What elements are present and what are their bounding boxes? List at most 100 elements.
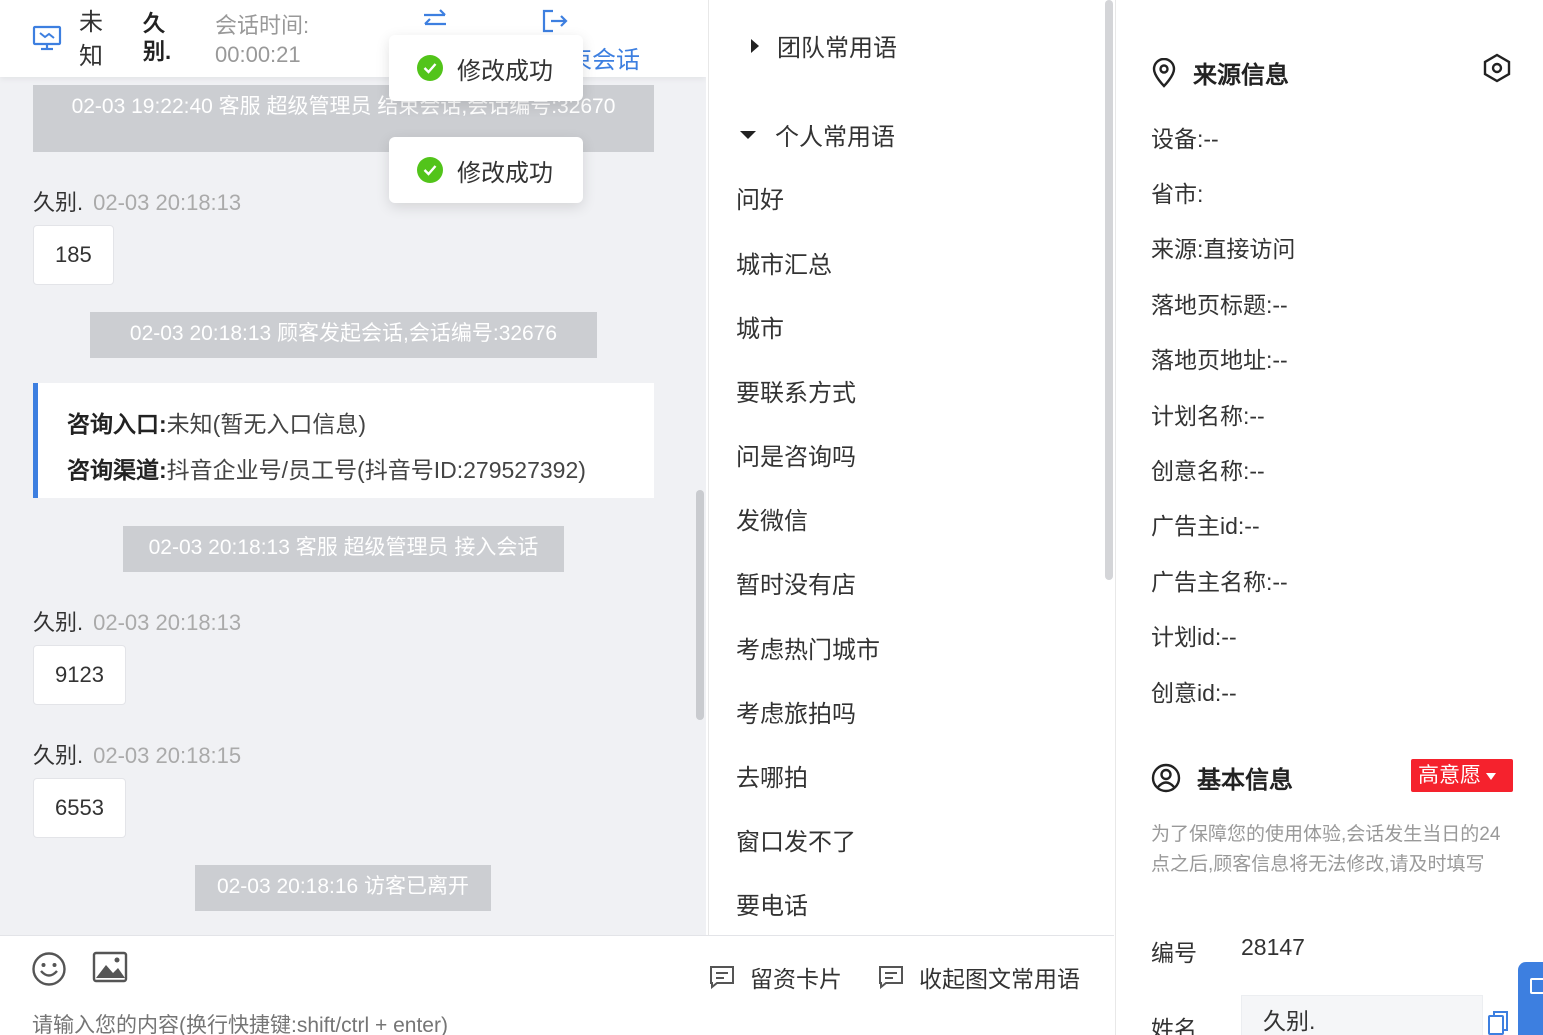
consult-channel-value: 抖音企业号/员工号(抖音号ID:279527392) [166, 457, 586, 483]
system-message: 02-03 20:18:16 访客已离开 [195, 865, 491, 911]
location-pin-icon [1152, 57, 1176, 88]
sender-name: 久别. [33, 610, 84, 635]
toast-text: 修改成功 [457, 57, 553, 85]
system-message: 02-03 20:18:13 顾客发起会话,会话编号:32676 [90, 312, 597, 358]
message-bubble: 6553 [33, 778, 126, 838]
phrase-item[interactable]: 城市 [736, 309, 784, 344]
fold-phrases-label: 收起图文常用语 [919, 966, 1080, 992]
emoji-icon[interactable] [31, 951, 67, 992]
caret-down-icon [740, 130, 756, 139]
message-bubble: 9123 [33, 645, 126, 705]
session-time: 00:00:21 [215, 42, 301, 67]
message-meta: 久别. 02-03 20:18:13 [33, 605, 241, 637]
phrase-item[interactable]: 考虑热门城市 [736, 630, 880, 665]
check-circle-icon [417, 55, 443, 81]
customer-info-panel: 来源信息 设备:-- 省市: 来源:直接访问 落地页标题:-- 落地页地址:--… [1115, 0, 1543, 1035]
visitor-location: 未知 [79, 9, 103, 70]
message-square-icon [710, 966, 734, 990]
source-field: 落地页标题:-- [1151, 292, 1288, 318]
message-bubble: 185 [33, 225, 114, 285]
consult-channel-label: 咨询渠道: [67, 457, 167, 483]
message-time: 02-03 20:18:13 [93, 190, 242, 215]
message-composer: 留资卡片 收起图文常用语 [0, 935, 1114, 1035]
phrase-item[interactable]: 要联系方式 [736, 373, 856, 408]
consult-entry-value: 未知(暂无入口信息) [166, 411, 366, 437]
message-input[interactable] [32, 1014, 732, 1035]
phrase-item[interactable]: 问是咨询吗 [736, 437, 856, 472]
common-phrases-panel: 团队常用语 个人常用语 问好 城市汇总 城市 要联系方式 问是咨询吗 发微信 暂… [708, 0, 1114, 935]
source-field: 创意名称:-- [1151, 458, 1265, 484]
sender-name: 久别. [33, 743, 84, 768]
source-field: 省市: [1151, 181, 1204, 207]
sender-name: 久别. [33, 190, 84, 215]
square-icon [1530, 978, 1543, 994]
system-message-text: 02-03 20:18:16 访客已离开 [216, 875, 470, 898]
chat-panel: 02-03 19:22:40 客服 超级管理员 结束会话,会话编号:32670 … [0, 0, 706, 935]
transfer-icon[interactable] [421, 8, 449, 37]
basic-info-title-text: 基本信息 [1197, 767, 1293, 794]
check-circle-icon [417, 157, 443, 183]
desktop-icon [32, 24, 62, 57]
session-time-label: 会话时间: [215, 13, 310, 38]
user-circle-icon [1151, 763, 1181, 792]
system-message-text: 02-03 20:18:13 顾客发起会话,会话编号:32676 [129, 322, 558, 345]
system-message-text: 02-03 20:18:13 客服 超级管理员 接入会话 [148, 536, 539, 559]
consult-entry-label: 咨询入口: [67, 411, 167, 437]
toast-text: 修改成功 [457, 159, 553, 187]
image-icon[interactable] [92, 951, 128, 988]
source-field: 设备:-- [1151, 126, 1219, 152]
lead-card-label: 留资卡片 [750, 966, 842, 992]
message-meta: 久别. 02-03 20:18:15 [33, 738, 241, 770]
copy-icon[interactable] [1487, 1010, 1509, 1035]
id-label: 编号 [1151, 940, 1197, 966]
phrase-item[interactable]: 城市汇总 [736, 245, 832, 280]
intent-level-dropdown[interactable]: 高意愿 [1411, 759, 1513, 792]
chat-header: 未知 久别. 会话时间: 00:00:21 束会话 [0, 0, 706, 77]
message-time: 02-03 20:18:15 [93, 743, 242, 768]
message-square-icon [879, 966, 903, 990]
phrase-item[interactable]: 暂时没有店 [736, 565, 856, 600]
intent-level-label: 高意愿 [1418, 764, 1481, 787]
phrase-item[interactable]: 要电话 [736, 886, 808, 921]
phrase-item[interactable]: 问好 [736, 180, 784, 215]
source-field: 来源:直接访问 [1151, 236, 1296, 262]
caret-down-icon [1486, 772, 1496, 780]
source-field: 落地页地址:-- [1151, 347, 1288, 373]
consult-info-card: 咨询入口:未知(暂无入口信息) 咨询渠道:抖音企业号/员工号(抖音号ID:279… [33, 383, 654, 498]
phrase-item[interactable]: 发微信 [736, 501, 808, 536]
source-field: 计划id:-- [1151, 624, 1237, 650]
source-info-title-text: 来源信息 [1193, 62, 1289, 89]
name-label: 姓名 [1151, 1016, 1197, 1035]
visitor-name: 久别. [143, 11, 172, 64]
source-field: 创意id:-- [1151, 680, 1237, 706]
team-phrases-group[interactable]: 团队常用语 [749, 28, 897, 63]
consult-channel-row: 咨询渠道:抖音企业号/员工号(抖音号ID:279527392) [67, 447, 654, 493]
eye-settings-icon[interactable] [1481, 52, 1513, 89]
success-toast: 修改成功 [389, 137, 583, 203]
message-meta: 久别. 02-03 20:18:13 [33, 185, 241, 217]
source-field: 计划名称:-- [1151, 403, 1265, 429]
group-label: 个人常用语 [775, 124, 895, 151]
phrase-item[interactable]: 考虑旅拍吗 [736, 694, 856, 729]
floating-action-button[interactable] [1518, 962, 1543, 1035]
system-message: 02-03 20:18:13 客服 超级管理员 接入会话 [123, 526, 564, 572]
caret-right-icon [751, 38, 759, 53]
phrase-item[interactable]: 窗口发不了 [736, 822, 856, 857]
source-field: 广告主名称:-- [1151, 569, 1288, 595]
lead-card-button[interactable]: 留资卡片 [708, 960, 842, 994]
edit-notice: 为了保障您的使用体验,会话发生当日的24点之后,顾客信息将无法修改,请及时填写 [1151, 824, 1501, 875]
group-label: 团队常用语 [777, 35, 897, 62]
source-info-title: 来源信息 [1151, 55, 1289, 90]
phrase-item[interactable]: 去哪拍 [736, 758, 808, 793]
chat-scrollbar[interactable] [696, 490, 704, 720]
phrases-scrollbar[interactable] [1105, 0, 1113, 580]
source-field: 广告主id:-- [1151, 513, 1260, 539]
personal-phrases-group[interactable]: 个人常用语 [739, 117, 895, 152]
success-toast: 修改成功 [389, 35, 583, 101]
name-field[interactable]: 久别. [1241, 995, 1483, 1035]
consult-entry-row: 咨询入口:未知(暂无入口信息) [67, 401, 654, 447]
id-value: 28147 [1241, 934, 1305, 960]
basic-info-title: 基本信息 [1151, 760, 1293, 795]
fold-phrases-button[interactable]: 收起图文常用语 [877, 960, 1080, 994]
message-time: 02-03 20:18:13 [93, 610, 242, 635]
